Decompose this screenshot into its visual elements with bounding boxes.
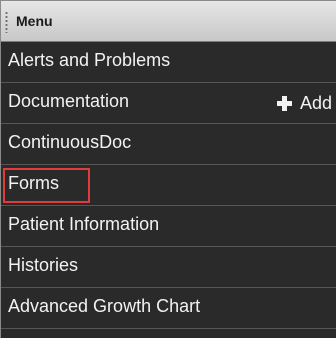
menu-item-histories[interactable]: Histories xyxy=(1,247,336,288)
menu-item-advanced-growth-chart[interactable]: Advanced Growth Chart xyxy=(1,288,336,329)
menu-item-label: ContinuousDoc xyxy=(8,132,132,152)
menu-item-label: Patient Information xyxy=(8,214,160,234)
menu-item-label: Advanced Growth Chart xyxy=(8,296,201,316)
menu-item-forms[interactable]: Forms xyxy=(1,165,336,206)
menu-item-label: Histories xyxy=(8,255,79,275)
add-label: Add xyxy=(299,92,332,113)
menu-item-documentation[interactable]: Documentation Add xyxy=(1,83,336,124)
menu-item-alerts-and-problems[interactable]: Alerts and Problems xyxy=(1,42,336,83)
add-documentation-button[interactable]: Add xyxy=(276,89,332,117)
menu-item-patient-information[interactable]: Patient Information xyxy=(1,206,336,247)
menu-title: Menu xyxy=(16,13,53,29)
menu-item-label: Documentation xyxy=(8,91,130,111)
plus-icon xyxy=(276,95,292,111)
menu-item-label: Forms xyxy=(8,173,59,193)
menu-header: Menu xyxy=(1,1,336,42)
menu-panel: Menu Alerts and Problems Documentation A… xyxy=(0,0,336,338)
menu-item-continuousdoc[interactable]: ContinuousDoc xyxy=(1,124,336,165)
menu-item-label: Alerts and Problems xyxy=(8,50,171,70)
grip-icon[interactable] xyxy=(5,11,8,33)
